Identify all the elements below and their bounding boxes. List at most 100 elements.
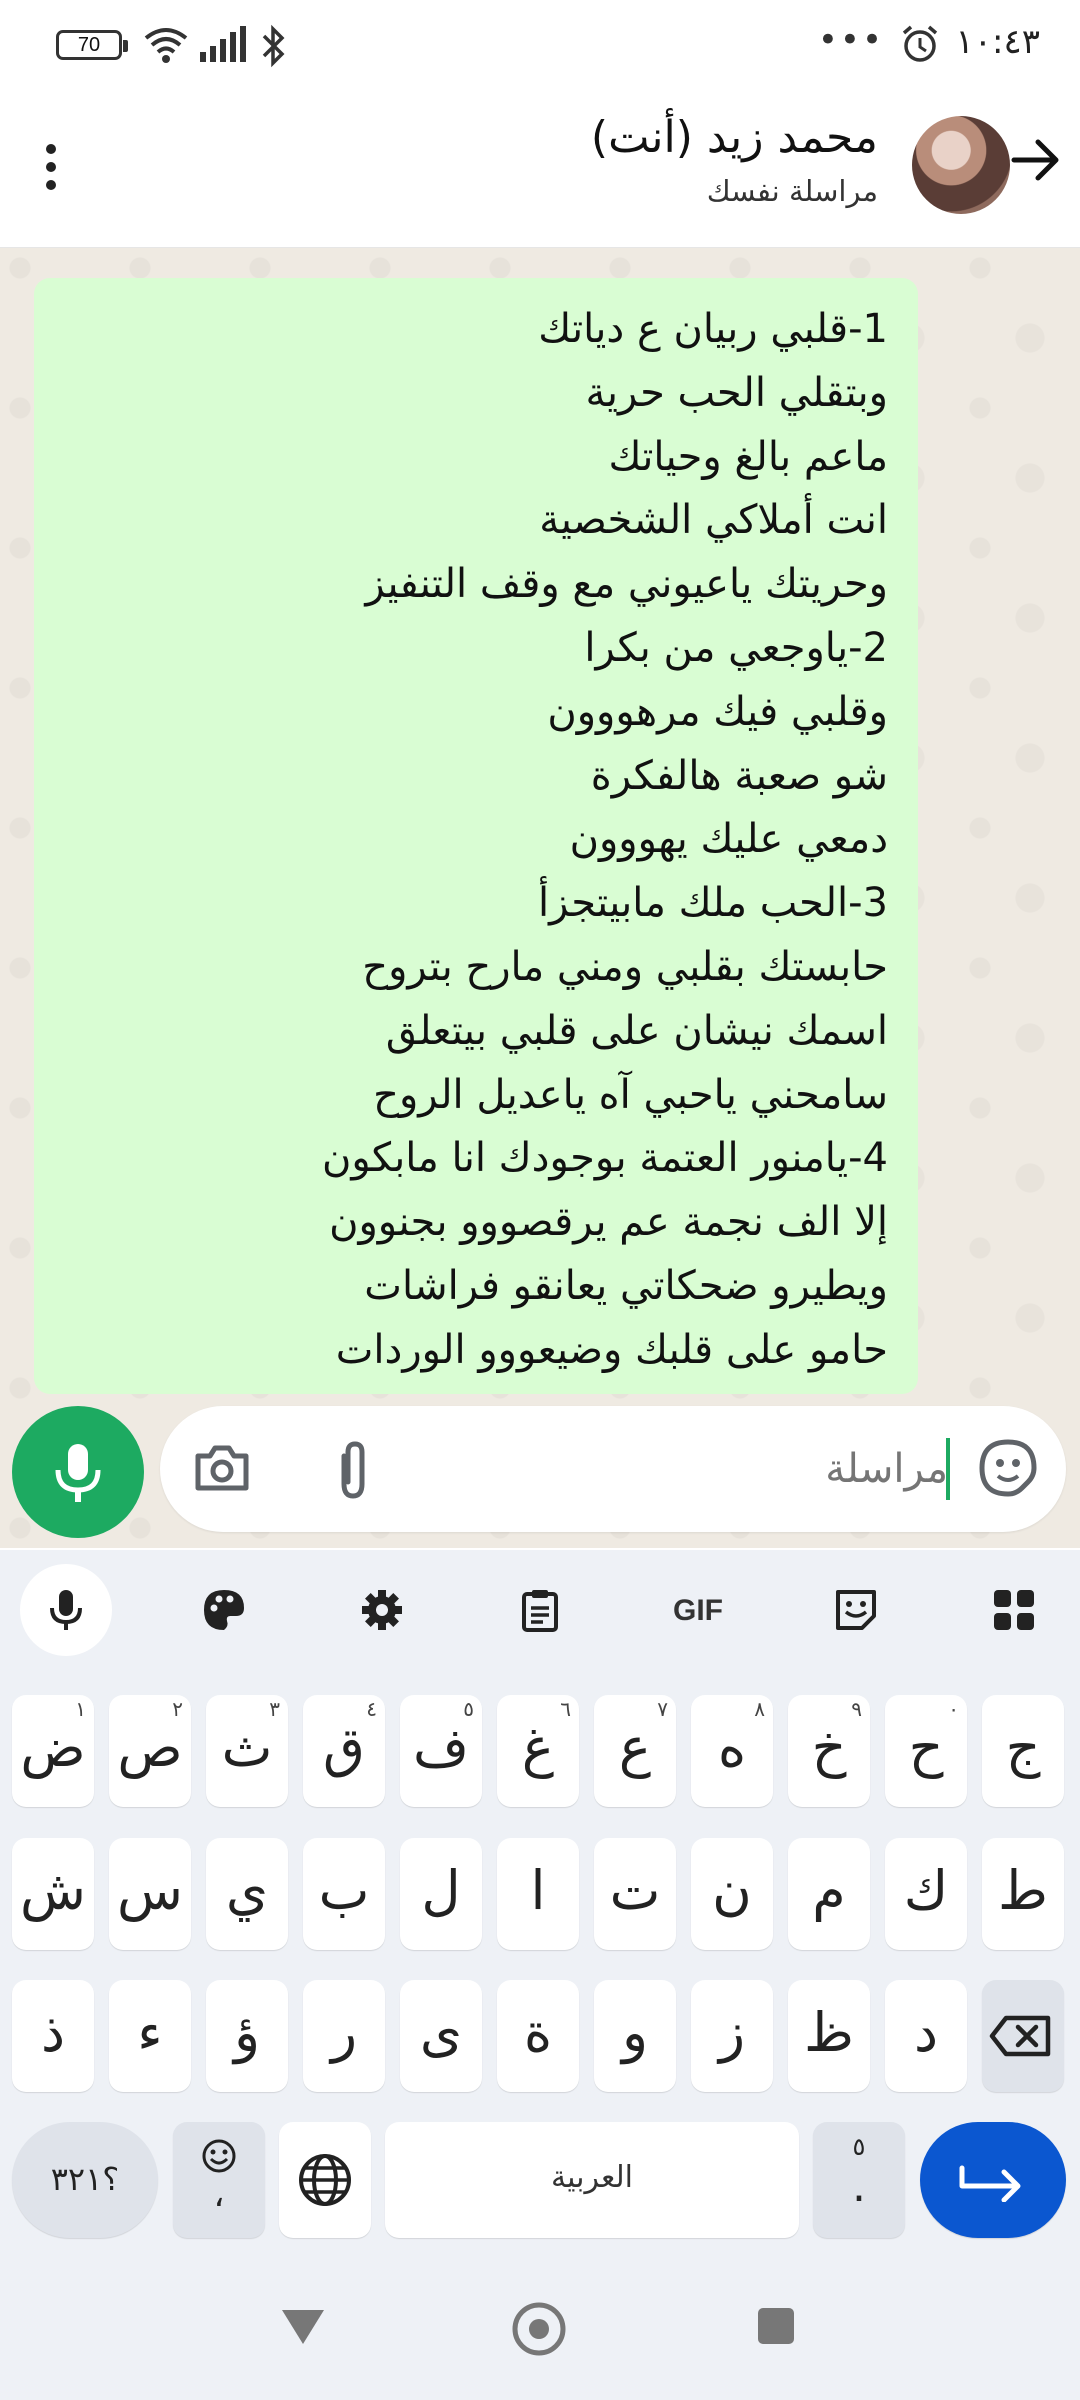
keyboard: GIF ض١ ص٢ ث٣ ق٤ ف٥ غ٦ ع٧ ه٨ خ٩ ح٠ ج ش س … (0, 1550, 1080, 2260)
status-bar: 70 ••• ١٠:٤٣ (0, 0, 1080, 90)
emoji-key-sub: ، (213, 2175, 225, 2215)
voice-record-button[interactable] (12, 1406, 144, 1538)
message-line: إلا الف نجمة عم يرقصووو بجنوون (329, 1199, 888, 1246)
key-hint: ٢ (172, 1697, 183, 1721)
kb-voice-button[interactable] (20, 1564, 112, 1656)
key-char: ث (221, 1716, 273, 1779)
key[interactable]: ر (303, 1980, 385, 2092)
palette-icon (204, 1590, 244, 1630)
key-char: ق (323, 1716, 365, 1779)
key[interactable]: د (885, 1980, 967, 2092)
key[interactable]: ز (691, 1980, 773, 2092)
key[interactable]: ف٥ (400, 1695, 482, 1807)
key[interactable]: ح٠ (885, 1695, 967, 1807)
key[interactable]: ؤ (206, 1980, 288, 2092)
key-char: ع (618, 1716, 652, 1779)
message-line: ماعم بالغ وحياتك (608, 433, 888, 480)
key-char: ف (413, 1716, 469, 1779)
key[interactable]: ل (400, 1838, 482, 1950)
sticker-emoji-icon[interactable] (976, 1436, 1040, 1500)
message-bubble[interactable]: 1-قلبي ربيان ع دياتك وبتقلي الحب حرية ما… (34, 278, 918, 1394)
key[interactable]: ض١ (12, 1695, 94, 1807)
contact-name[interactable]: محمد زيد (أنت) (591, 112, 878, 163)
key-char: ه (717, 1716, 747, 1779)
attach-icon[interactable] (322, 1438, 382, 1502)
recents-nav-icon[interactable] (754, 2304, 798, 2348)
key[interactable]: ء (109, 1980, 191, 2092)
kb-sticker-button[interactable] (810, 1564, 902, 1656)
clock: ١٠:٤٣ (955, 22, 1040, 62)
key[interactable]: ث٣ (206, 1695, 288, 1807)
key[interactable]: ت (594, 1838, 676, 1950)
emoji-key[interactable]: ، (173, 2122, 265, 2238)
key[interactable]: م (788, 1838, 870, 1950)
period-key[interactable]: ٥ . (813, 2122, 905, 2238)
signal-icon (200, 26, 246, 62)
period-char: . (852, 2161, 866, 2212)
key-hint: ٧ (657, 1697, 668, 1721)
text-cursor (946, 1438, 950, 1500)
gear-icon (362, 1590, 402, 1630)
space-key[interactable]: العربية (385, 2122, 799, 2238)
key[interactable]: ذ (12, 1980, 94, 2092)
key[interactable]: ي (206, 1838, 288, 1950)
backspace-key[interactable] (982, 1980, 1064, 2092)
key-char: خ (811, 1716, 847, 1779)
back-nav-icon[interactable] (278, 2304, 328, 2348)
key-hint: ٦ (560, 1697, 571, 1721)
key[interactable]: ى (400, 1980, 482, 2092)
key[interactable]: ط (982, 1838, 1064, 1950)
language-key[interactable] (279, 2122, 371, 2238)
kb-settings-button[interactable] (336, 1564, 428, 1656)
overflow-menu-icon[interactable] (44, 144, 58, 196)
kb-clipboard-button[interactable] (494, 1564, 586, 1656)
camera-icon[interactable] (190, 1436, 254, 1500)
kb-theme-button[interactable] (178, 1564, 270, 1656)
alarm-icon (902, 25, 938, 62)
keyboard-toolbar: GIF (0, 1550, 1080, 1670)
clipboard-icon (522, 1590, 558, 1632)
home-nav-icon[interactable] (510, 2300, 568, 2358)
key[interactable]: ب (303, 1838, 385, 1950)
key[interactable]: ه٨ (691, 1695, 773, 1807)
key[interactable]: ع٧ (594, 1695, 676, 1807)
key[interactable]: ج (982, 1695, 1064, 1807)
kb-more-button[interactable] (968, 1564, 1060, 1656)
emoji-icon (202, 2139, 236, 2173)
key[interactable]: ة (497, 1980, 579, 2092)
message-line: 2-ياوجعي من بكرا (584, 624, 888, 671)
message-line: وقلبي فيك مرهووون (547, 688, 888, 735)
message-input[interactable] (448, 1432, 948, 1506)
message-line: وبتقلي الحب حرية (585, 369, 888, 416)
key-hint: ٥ (463, 1697, 474, 1721)
key-hint: ١ (75, 1697, 86, 1721)
message-line: ويطيرو ضحكاتي يعانقو فراشات (364, 1262, 888, 1309)
key[interactable]: و (594, 1980, 676, 2092)
message-line: انت أملاكي الشخصية (539, 497, 888, 544)
globe-icon (299, 2154, 351, 2206)
system-nav-bar (0, 2260, 1080, 2400)
key[interactable]: غ٦ (497, 1695, 579, 1807)
key[interactable]: ق٤ (303, 1695, 385, 1807)
message-line: اسمك نيشان على قلبي بيتعلق (385, 1007, 888, 1054)
contact-subtitle: مراسلة نفسك (706, 174, 878, 208)
message-line: 4-يامنور العتمة بوجودك انا مابكون (321, 1135, 888, 1182)
key[interactable]: ص٢ (109, 1695, 191, 1807)
key[interactable]: خ٩ (788, 1695, 870, 1807)
enter-key[interactable] (920, 2122, 1066, 2238)
gif-label: GIF (673, 1594, 723, 1627)
contact-avatar[interactable] (912, 116, 1010, 214)
chat-area[interactable]: 1-قلبي ربيان ع دياتك وبتقلي الحب حرية ما… (0, 248, 1080, 1548)
key[interactable]: ك (885, 1838, 967, 1950)
symbols-key[interactable]: ؟٣٢١ (12, 2122, 158, 2238)
key[interactable]: ش (12, 1838, 94, 1950)
key-char: ج (1005, 1716, 1041, 1779)
key[interactable]: ظ (788, 1980, 870, 2092)
key[interactable]: ن (691, 1838, 773, 1950)
microphone-icon (55, 1444, 101, 1502)
message-line: حابستك بقلبي ومني مارح بتروح (362, 943, 888, 990)
back-arrow-icon[interactable] (1006, 130, 1066, 190)
kb-gif-button[interactable]: GIF (652, 1564, 744, 1656)
key[interactable]: ا (497, 1838, 579, 1950)
key[interactable]: س (109, 1838, 191, 1950)
